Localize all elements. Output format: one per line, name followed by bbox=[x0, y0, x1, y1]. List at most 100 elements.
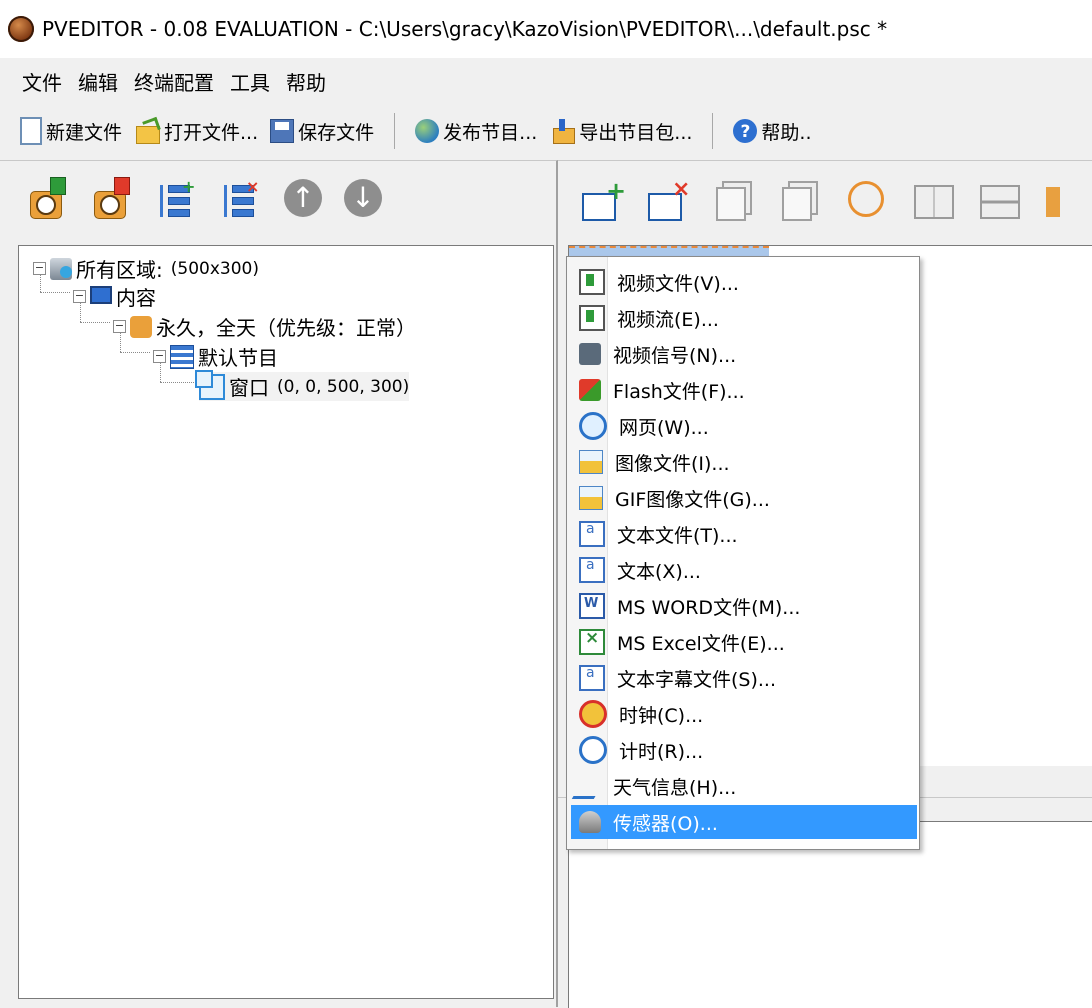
add-program-icon[interactable]: + bbox=[156, 177, 198, 219]
menu-item-video-file[interactable]: 视频文件(V)... bbox=[571, 265, 917, 299]
move-down-icon[interactable]: ↓ bbox=[344, 179, 382, 217]
menu-item-word-file[interactable]: MS WORD文件(M)... bbox=[571, 589, 917, 623]
menu-item-label: 文本字幕文件(S)... bbox=[617, 668, 777, 691]
menu-item-label: 网页(W)... bbox=[619, 416, 709, 439]
publish-button[interactable]: 发布节目... bbox=[409, 118, 543, 145]
menu-item-video-stream[interactable]: 视频流(E)... bbox=[571, 301, 917, 335]
collapse-toggle[interactable]: − bbox=[33, 262, 46, 275]
move-up-icon[interactable]: ↑ bbox=[284, 179, 322, 217]
menu-item-label: MS Excel文件(E)... bbox=[617, 632, 785, 655]
split-horizontal-icon[interactable] bbox=[980, 185, 1020, 219]
excel-file-icon bbox=[579, 628, 605, 655]
menu-item-web-page[interactable]: 网页(W)... bbox=[571, 409, 917, 443]
split-vertical-icon[interactable] bbox=[914, 185, 954, 219]
menu-item-label: 文本(X)... bbox=[617, 560, 701, 583]
window-toolbar: + × bbox=[580, 177, 1060, 221]
menu-item-subtitle-file[interactable]: 文本字幕文件(S)... bbox=[571, 661, 917, 695]
menu-edit[interactable]: 编辑 bbox=[70, 67, 126, 96]
menu-terminal-config[interactable]: 终端配置 bbox=[126, 67, 222, 96]
delete-badge-icon: × bbox=[246, 177, 260, 196]
menu-item-label: 文本文件(T)... bbox=[617, 524, 738, 547]
toolbar-separator bbox=[712, 113, 714, 149]
region-tree[interactable]: − 所有区域: (500x300) − 内容 − 永久，全天（优先级：正常） −… bbox=[18, 245, 554, 999]
tree-connector bbox=[80, 322, 110, 323]
menu-item-label: 视频信号(N)... bbox=[613, 344, 737, 367]
tree-node-label: 内容 bbox=[116, 286, 156, 310]
delete-badge-icon bbox=[114, 177, 130, 195]
tree-node-schedule[interactable]: − 永久，全天（优先级：正常） bbox=[113, 312, 416, 341]
new-file-icon bbox=[20, 117, 42, 145]
menu-tools[interactable]: 工具 bbox=[222, 67, 278, 96]
text-icon bbox=[579, 557, 605, 583]
text-file-icon bbox=[579, 521, 605, 547]
toolbar-overflow-icon[interactable] bbox=[1046, 187, 1060, 217]
toolbar-separator bbox=[394, 113, 396, 149]
menu-item-label: 计时(R)... bbox=[619, 740, 704, 763]
tree-node-label: 永久，全天（优先级：正常） bbox=[156, 316, 416, 340]
open-folder-icon bbox=[134, 118, 161, 144]
menu-item-label: Flash文件(F)... bbox=[613, 380, 745, 403]
menu-item-weather[interactable]: 天气信息(H)... bbox=[571, 769, 917, 803]
add-schedule-icon[interactable] bbox=[28, 177, 70, 219]
tree-stem-icon bbox=[160, 185, 163, 217]
menu-item-flash-file[interactable]: Flash文件(F)... bbox=[571, 373, 917, 407]
help-button[interactable]: ? 帮助.. bbox=[727, 118, 817, 145]
menu-item-timer[interactable]: 计时(R)... bbox=[571, 733, 917, 767]
tree-node-label: 所有区域: bbox=[76, 258, 163, 282]
video-stream-icon bbox=[579, 305, 605, 331]
export-package-label: 导出节目包... bbox=[579, 121, 693, 144]
tree-node-content[interactable]: − 内容 bbox=[73, 282, 156, 311]
collapse-toggle[interactable]: − bbox=[153, 350, 166, 363]
collapse-toggle[interactable]: − bbox=[73, 290, 86, 303]
menu-item-label: 时钟(C)... bbox=[619, 704, 704, 727]
open-file-button[interactable]: 打开文件... bbox=[128, 118, 264, 145]
timer-icon bbox=[579, 736, 607, 764]
menu-bar: 文件 编辑 终端配置 工具 帮助 bbox=[0, 58, 1092, 104]
sensor-icon bbox=[579, 811, 601, 833]
open-file-label: 打开文件... bbox=[164, 121, 259, 144]
menu-item-text-file[interactable]: 文本文件(T)... bbox=[571, 517, 917, 551]
menu-item-text[interactable]: 文本(X)... bbox=[571, 553, 917, 587]
plus-badge-icon: + bbox=[182, 177, 196, 196]
region-group-icon bbox=[50, 257, 72, 280]
main-toolbar: 新建文件 打开文件... 保存文件 发布节目... 导出节目包... ? 帮助.… bbox=[0, 104, 1092, 158]
menu-item-label: 图像文件(I)... bbox=[615, 452, 730, 475]
send-backward-icon[interactable] bbox=[778, 179, 818, 221]
plus-badge-icon: + bbox=[606, 177, 627, 205]
menu-help[interactable]: 帮助 bbox=[278, 67, 334, 96]
tree-node-program[interactable]: − 默认节目 bbox=[153, 342, 278, 371]
export-package-button[interactable]: 导出节目包... bbox=[543, 118, 698, 145]
left-panel: + × ↑ ↓ − 所有区域: (500x300) − 内容 − 永久，全天（优… bbox=[0, 160, 558, 1007]
menu-item-label: MS WORD文件(M)... bbox=[617, 596, 801, 619]
clock-icon bbox=[579, 700, 607, 728]
menu-item-image-file[interactable]: 图像文件(I)... bbox=[571, 445, 917, 479]
bring-forward-icon[interactable] bbox=[712, 179, 752, 221]
delete-schedule-icon[interactable] bbox=[92, 177, 134, 219]
add-window-icon[interactable]: + bbox=[580, 177, 626, 221]
delete-program-icon[interactable]: × bbox=[220, 177, 262, 219]
menu-item-excel-file[interactable]: MS Excel文件(E)... bbox=[571, 625, 917, 659]
menu-item-sensor[interactable]: 传感器(O)... bbox=[571, 805, 917, 839]
menu-item-label: GIF图像文件(G)... bbox=[615, 488, 770, 511]
menu-file[interactable]: 文件 bbox=[0, 67, 70, 96]
left-toolbar: + × ↑ ↓ bbox=[28, 177, 382, 219]
save-file-button[interactable]: 保存文件 bbox=[264, 118, 380, 145]
new-file-button[interactable]: 新建文件 bbox=[0, 117, 128, 145]
video-file-icon bbox=[579, 269, 605, 295]
word-file-icon bbox=[579, 593, 605, 619]
tree-node-detail: (500x300) bbox=[170, 258, 259, 279]
move-window-icon[interactable] bbox=[848, 181, 884, 217]
program-icon bbox=[170, 344, 194, 369]
tree-node-window[interactable]: 窗口 (0, 0, 500, 300) bbox=[195, 369, 410, 401]
tree-stem-icon bbox=[224, 185, 227, 217]
window-title: PVEDITOR - 0.08 EVALUATION - C:\Users\gr… bbox=[42, 17, 888, 41]
tree-node-all-regions[interactable]: − 所有区域: (500x300) bbox=[33, 254, 259, 283]
menu-item-video-signal[interactable]: 视频信号(N)... bbox=[571, 337, 917, 371]
delete-window-icon[interactable]: × bbox=[646, 177, 690, 221]
menu-item-gif-file[interactable]: GIF图像文件(G)... bbox=[571, 481, 917, 515]
collapse-toggle[interactable]: − bbox=[113, 320, 126, 333]
tree-bar-icon bbox=[168, 197, 190, 205]
flash-file-icon bbox=[579, 379, 601, 401]
subtitle-file-icon bbox=[579, 665, 605, 691]
menu-item-clock[interactable]: 时钟(C)... bbox=[571, 697, 917, 731]
